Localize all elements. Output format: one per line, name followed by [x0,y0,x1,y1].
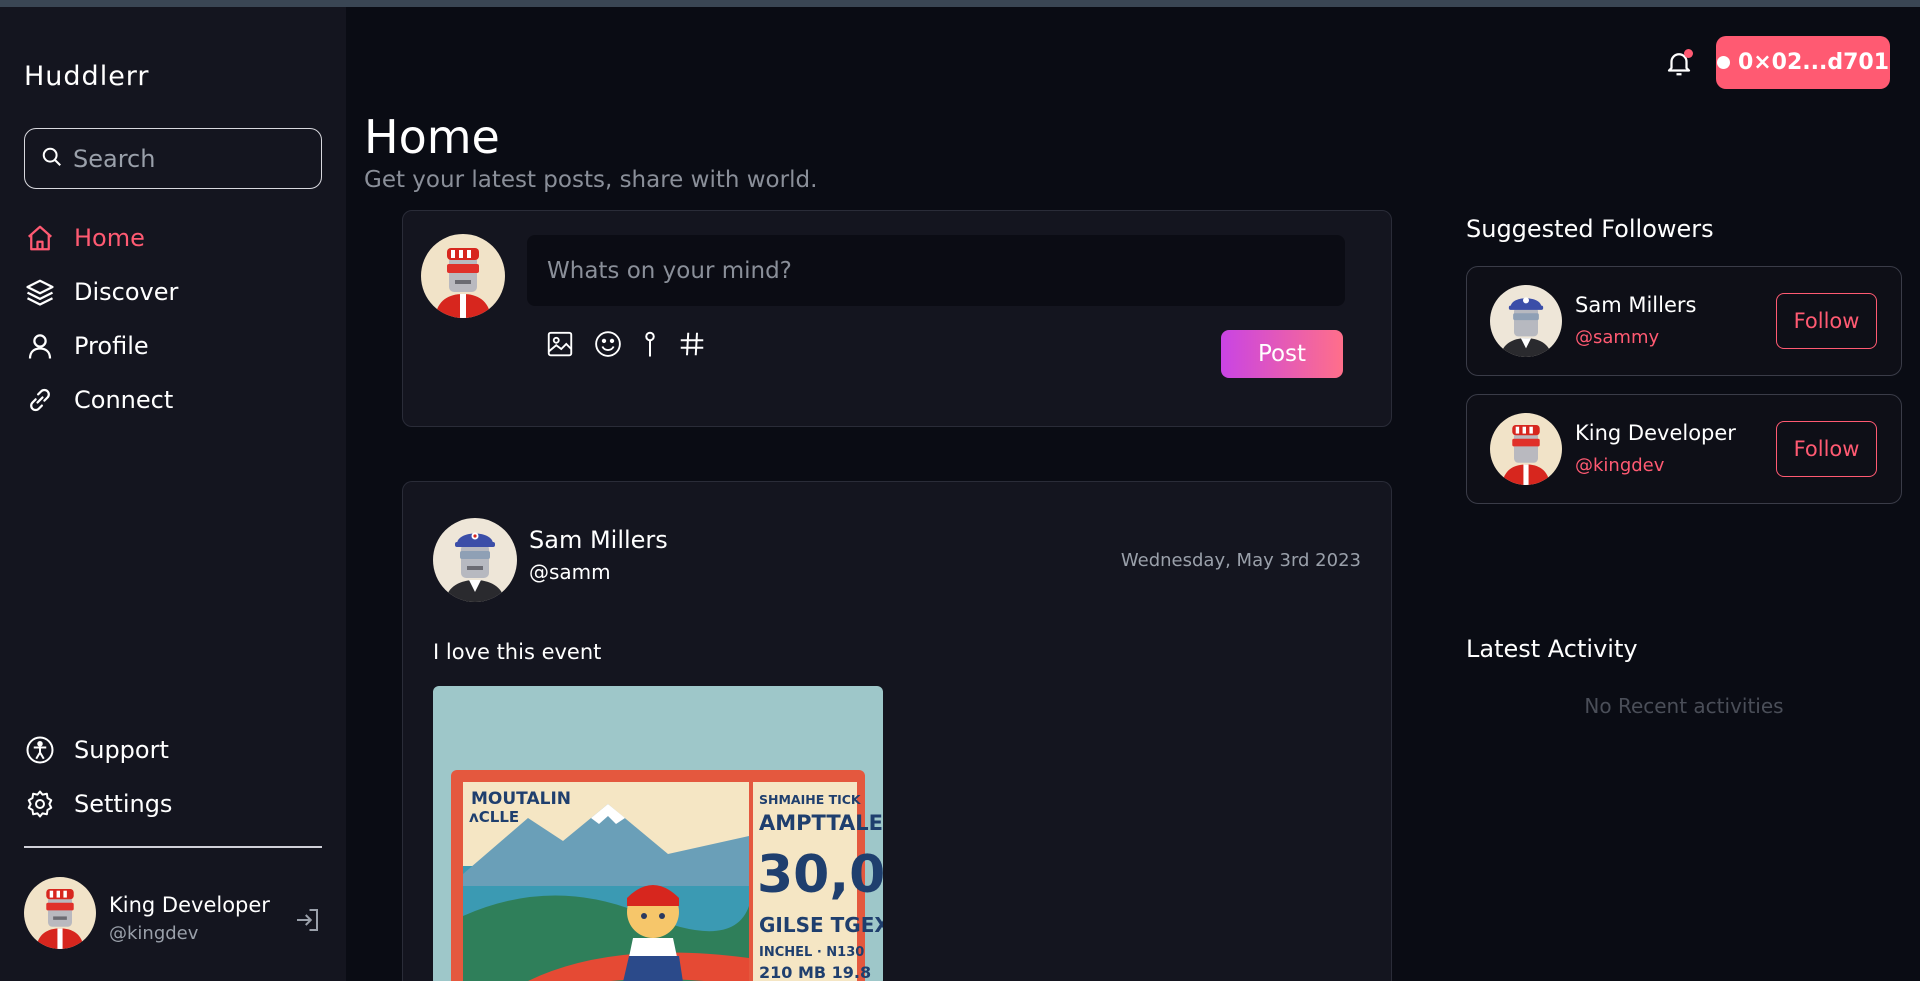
post-composer: Post [402,210,1392,427]
page-title: Home [364,110,500,164]
follow-button[interactable]: Follow [1776,421,1877,477]
nav-item-discover[interactable]: Discover [24,276,178,308]
post-card: Sam Millers @samm Wednesday, May 3rd 202… [402,481,1392,981]
follow-button[interactable]: Follow [1776,293,1877,349]
poster-side-line: AMPTTALE [759,811,883,835]
logout-icon[interactable] [292,905,322,935]
nav-label: Discover [74,278,179,306]
suggested-followers-title: Suggested Followers [1466,215,1714,243]
post-image[interactable]: MOUTALIN ʌCLLE SHMAIHE TICK AMPTTALE 30,… [433,686,883,981]
suggested-follower-card: Sam Millers @sammy Follow [1466,266,1902,376]
window-top-bar [0,0,1920,7]
search-icon [41,146,63,172]
poster-side-line: 30,0 [757,845,883,905]
follower-handle[interactable]: @sammy [1575,327,1659,348]
page-subtitle: Get your latest posts, share with world. [364,167,818,193]
poster-side-line: 210 MB 19.8 [759,963,871,981]
poster-side-line: GILSE TGEX [759,913,883,937]
nav-label: Support [74,736,169,764]
follower-handle[interactable]: @kingdev [1575,455,1664,476]
nav-item-home[interactable]: Home [24,222,145,254]
post-text: I love this event [433,640,602,664]
search-box[interactable] [24,128,322,189]
emoji-icon[interactable] [593,329,625,361]
notification-dot [1684,49,1693,58]
avatar[interactable] [433,518,517,602]
avatar[interactable] [24,877,96,949]
nav-item-profile[interactable]: Profile [24,330,149,362]
avatar[interactable] [1490,285,1562,357]
follower-name[interactable]: Sam Millers [1575,293,1696,317]
nav-item-connect[interactable]: Connect [24,384,173,416]
post-author-name[interactable]: Sam Millers [529,526,668,554]
layers-icon [24,276,56,308]
nav-item-settings[interactable]: Settings [24,788,172,820]
location-pin-icon[interactable] [635,329,667,361]
nav-label: Connect [74,386,174,414]
post-author-handle[interactable]: @samm [529,560,611,584]
post-input[interactable] [527,235,1345,306]
nav-label: Profile [74,332,149,360]
latest-activity-title: Latest Activity [1466,635,1638,663]
nav-item-support[interactable]: Support [24,734,169,766]
poster-title-line: MOUTALIN [471,789,571,809]
user-icon [24,330,56,362]
search-input[interactable] [73,144,313,173]
current-user-handle: @kingdev [109,923,199,944]
post-date: Wednesday, May 3rd 2023 [1120,550,1361,571]
hashtag-icon[interactable] [677,329,709,361]
sidebar: Huddlerr Home Discover Profile Connect [0,7,346,981]
follower-name[interactable]: King Developer [1575,421,1736,445]
post-button[interactable]: Post [1221,330,1343,378]
suggested-follower-card: King Developer @kingdev Follow [1466,394,1902,504]
accessibility-icon [24,734,56,766]
wallet-status-dot [1716,56,1730,69]
avatar [421,234,505,318]
current-user-name: King Developer [109,893,270,917]
poster-title-line: ʌCLLE [469,808,519,826]
wallet-button[interactable]: 0×02...d701 [1716,36,1890,89]
gear-icon [24,788,56,820]
home-icon [24,222,56,254]
sidebar-divider [24,846,322,848]
poster-side-line: INCHEL · N130 [759,945,864,960]
link-icon [24,384,56,416]
image-icon[interactable] [545,329,577,361]
nav-label: Settings [74,790,173,818]
wallet-address: 0×02...d701 [1737,50,1890,75]
app-logo[interactable]: Huddlerr [24,61,150,92]
avatar[interactable] [1490,413,1562,485]
nav-label: Home [74,224,145,252]
empty-activity-text: No Recent activities [1584,694,1784,718]
poster-side-line: SHMAIHE TICK [759,792,862,807]
